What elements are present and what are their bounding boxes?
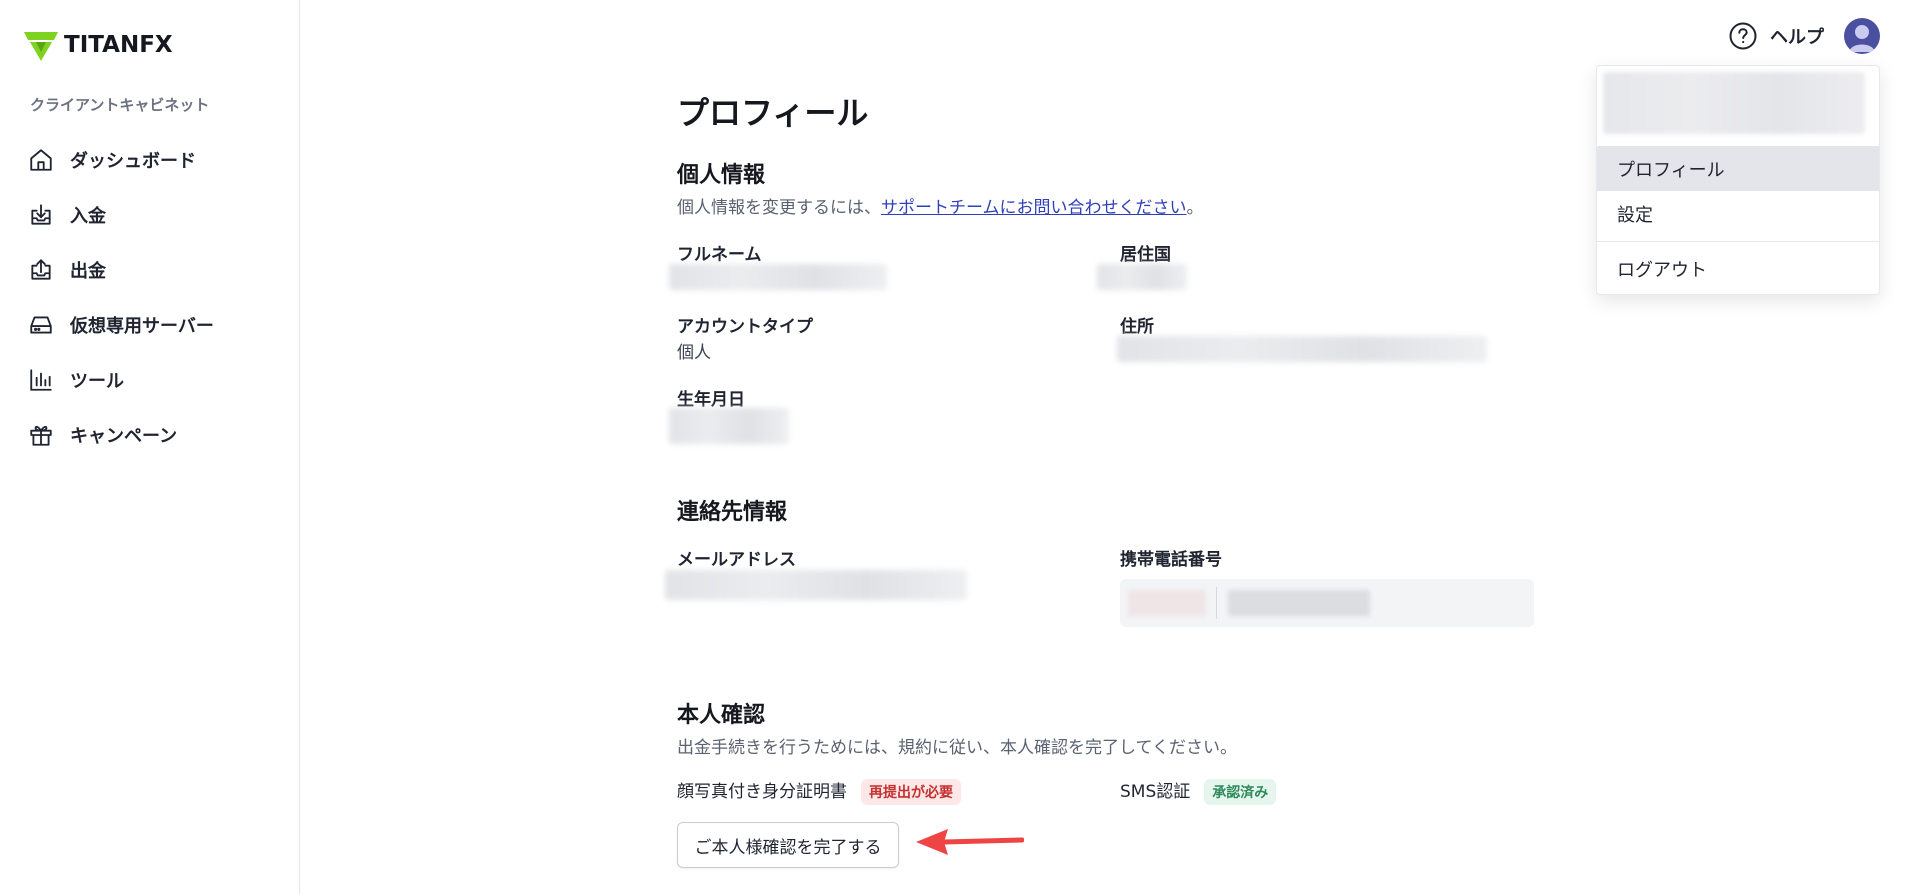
titanfx-logo[interactable]: TITANFX — [24, 28, 173, 62]
user-avatar[interactable] — [1844, 18, 1880, 54]
status-badge-approved: 承認済み — [1204, 779, 1277, 805]
sidebar-nav: ダッシュボード 入金 出金 仮想専用サーバー ツール キャンペーン — [28, 132, 278, 462]
phone-field[interactable] — [1120, 579, 1534, 627]
status-badge-resubmit: 再提出が必要 — [861, 779, 961, 805]
sidebar-heading: クライアントキャビネット — [30, 96, 210, 114]
country-code-redacted — [1128, 590, 1206, 616]
sidebar-item-deposit[interactable]: 入金 — [28, 187, 278, 242]
sidebar-item-label: 出金 — [70, 260, 106, 282]
user-icon — [1849, 25, 1875, 52]
account-type-label: アカウントタイプ — [677, 317, 813, 337]
personal-info-desc-prefix: 個人情報を変更するには、 — [677, 198, 881, 218]
sidebar-item-label: キャンペーン — [70, 425, 178, 447]
email-label: メールアドレス — [677, 550, 796, 570]
country-label: 居住国 — [1120, 245, 1171, 265]
menu-item-settings[interactable]: 設定 — [1597, 191, 1879, 236]
phone-label: 携帯電話番号 — [1120, 550, 1222, 570]
user-info-redacted — [1603, 72, 1865, 134]
full-name-label: フルネーム — [677, 245, 762, 265]
dob-label: 生年月日 — [677, 390, 745, 410]
address-label: 住所 — [1120, 317, 1154, 337]
sidebar-item-label: 仮想専用サーバー — [70, 315, 214, 337]
sidebar-item-label: 入金 — [70, 205, 106, 227]
sidebar-item-campaign[interactable]: キャンペーン — [28, 407, 278, 462]
sms-label: SMS認証 — [1120, 782, 1191, 802]
personal-info-desc-suffix: 。 — [1186, 198, 1204, 218]
page-title: プロフィール — [677, 94, 869, 132]
personal-info-title: 個人情報 — [677, 163, 766, 188]
id-document-row: 顔写真付き身分証明書 再提出が必要 — [677, 777, 961, 805]
phone-number-redacted — [1228, 590, 1370, 616]
sidebar: TITANFX クライアントキャビネット ダッシュボード 入金 出金 仮想専用サ — [0, 0, 300, 894]
chart-icon — [30, 368, 52, 391]
server-icon — [30, 315, 52, 334]
withdraw-icon — [31, 258, 51, 280]
deposit-icon — [31, 203, 51, 225]
verification-title: 本人確認 — [677, 703, 766, 728]
contact-support-link[interactable]: サポートチームにお問い合わせください — [881, 198, 1187, 218]
sidebar-item-tools[interactable]: ツール — [28, 352, 278, 407]
personal-info-desc: 個人情報を変更するには、サポートチームにお問い合わせください。 — [677, 193, 1204, 218]
sms-verification-row: SMS認証 承認済み — [1120, 777, 1277, 805]
titanfx-logo-icon — [24, 32, 58, 61]
full-name-redacted — [669, 264, 887, 290]
help-link[interactable]: ヘルプ — [1728, 21, 1824, 51]
menu-item-profile[interactable]: プロフィール — [1597, 146, 1879, 191]
id-document-label: 顔写真付き身分証明書 — [677, 782, 847, 802]
address-redacted — [1117, 336, 1487, 362]
sidebar-item-label: ツール — [70, 370, 124, 392]
help-icon — [1729, 22, 1757, 50]
contact-info-title: 連絡先情報 — [677, 500, 788, 525]
dob-redacted — [669, 408, 789, 444]
country-redacted — [1097, 264, 1187, 290]
sidebar-item-vps[interactable]: 仮想専用サーバー — [28, 297, 278, 352]
home-icon — [30, 148, 52, 171]
logo-text: TITANFX — [64, 32, 173, 58]
user-menu: プロフィール 設定 ログアウト — [1596, 65, 1880, 295]
menu-divider — [1597, 241, 1879, 242]
sidebar-item-label: ダッシュボード — [70, 150, 196, 172]
menu-item-logout[interactable]: ログアウト — [1597, 246, 1879, 291]
account-type-value: 個人 — [677, 343, 711, 363]
help-label: ヘルプ — [1770, 27, 1824, 48]
verification-desc: 出金手続きを行うためには、規約に従い、本人確認を完了してください。 — [677, 738, 1237, 758]
sidebar-item-dashboard[interactable]: ダッシュボード — [28, 132, 278, 187]
gift-icon — [30, 425, 52, 446]
sidebar-item-withdraw[interactable]: 出金 — [28, 242, 278, 297]
email-redacted — [665, 570, 967, 600]
phone-separator — [1216, 587, 1217, 619]
annotation-arrow-icon — [916, 829, 1024, 855]
complete-verification-button[interactable]: ご本人様確認を完了する — [677, 822, 899, 868]
